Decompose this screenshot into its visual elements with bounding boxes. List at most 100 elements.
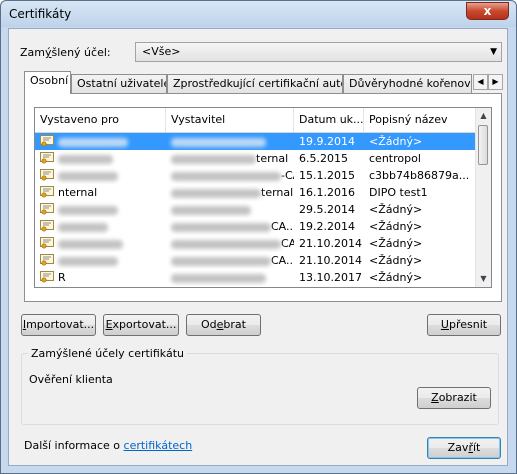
table-row[interactable]: 19.9.2014 <Žádný>	[35, 133, 476, 150]
tab-scroll-left-icon[interactable]: ◀	[473, 74, 488, 90]
title-bar[interactable]: Certifikáty x	[1, 1, 516, 27]
cell-friendly-name: centropol	[369, 152, 421, 165]
cell-issuer: -CA...	[166, 167, 294, 184]
cell-expiration-date: 21.10.2014	[299, 237, 362, 250]
close-button[interactable]: Zavřít	[427, 437, 501, 459]
cell-friendly-name: <Žádný>	[369, 203, 423, 216]
table-row[interactable]: nternal ternal 16.1.2016 DIPO test1	[35, 184, 476, 201]
scroll-thumb[interactable]	[478, 125, 488, 165]
cell-friendly-name: DIPO test1	[369, 186, 428, 199]
certificate-icon	[40, 271, 54, 283]
cell-expiration-date: 15.1.2015	[299, 169, 355, 182]
list-vertical-scrollbar[interactable]: ▲ ▼	[475, 108, 491, 287]
table-row[interactable]: ternal 6.5.2015 centropol	[35, 150, 476, 167]
cell-issuer	[166, 201, 294, 218]
tab-trusted-root-ca[interactable]: Důvěryhodné kořenové ce	[343, 74, 472, 93]
cell-issued-to	[53, 133, 166, 150]
issuer-text: CA...	[271, 254, 294, 267]
cell-friendly-name: <Žádný>	[369, 271, 423, 284]
table-row[interactable]: -CA... 15.1.2015 c3bb74b86879a...	[35, 167, 476, 184]
cell-expiration-date: 29.5.2014	[299, 203, 355, 216]
cell-issuer: ternal	[166, 184, 294, 201]
certificates-window: Certifikáty x Zamýšlený účel: <Vše> ▼ Os…	[0, 0, 517, 474]
tab-scroll-right-icon[interactable]: ▶	[488, 74, 503, 90]
cell-expiration-date: 6.5.2015	[299, 152, 348, 165]
tab-intermediate-ca[interactable]: Zprostředkující certifikační autority	[167, 74, 343, 93]
cell-friendly-name: <Žádný>	[369, 220, 423, 233]
cell-issued-to	[53, 235, 166, 252]
tab-personal[interactable]: Osobní	[24, 71, 71, 94]
purpose-dropdown[interactable]: <Vše> ▼	[135, 42, 502, 62]
tab-panel-personal: Vystaveno pro Vystavitel Datum uk... Pop…	[24, 93, 502, 302]
close-window-button[interactable]: x	[466, 2, 509, 20]
certificate-icon	[40, 237, 54, 249]
advanced-button[interactable]: Upřesnit	[427, 314, 501, 336]
table-row[interactable]: 29.5.2014 <Žádný>	[35, 201, 476, 218]
cell-friendly-name: <Žádný>	[369, 135, 423, 148]
column-expiration-date[interactable]: Datum uk...	[294, 108, 364, 132]
cell-issued-to: R	[53, 269, 166, 286]
certificate-icon	[40, 135, 54, 147]
more-info-text: Další informace o certifikátech	[24, 439, 192, 452]
cell-issued-to	[53, 150, 166, 167]
cell-friendly-name: <Žádný>	[369, 254, 423, 267]
certificate-list[interactable]: Vystaveno pro Vystavitel Datum uk... Pop…	[34, 107, 492, 288]
remove-button[interactable]: Odebrat	[186, 314, 261, 336]
certificate-icon	[40, 152, 54, 164]
tab-strip: Osobní Ostatní uživatelé Zprostředkující…	[24, 71, 503, 94]
issuer-text: CA...	[281, 237, 294, 250]
import-button[interactable]: Importovat...	[21, 314, 96, 336]
issuer-text: ternal	[261, 186, 294, 199]
certificate-icon	[40, 203, 54, 215]
cell-issuer: CA...	[166, 252, 294, 269]
certificate-purposes-text: Ověření klienta	[29, 373, 113, 386]
export-button[interactable]: Exportovat...	[103, 314, 179, 336]
table-row[interactable]: CA... 19.2.2014 <Žádný>	[35, 218, 476, 235]
dialog-body: Zamýšlený účel: <Vše> ▼ Osobní Ostatní u…	[8, 28, 508, 466]
cell-friendly-name: <Žádný>	[369, 237, 423, 250]
purpose-label: Zamýšlený účel:	[20, 46, 111, 59]
issued-to-text: nternal	[58, 186, 98, 199]
cell-issued-to	[53, 201, 166, 218]
cell-expiration-date: 19.2.2014	[299, 220, 355, 233]
list-header: Vystaveno pro Vystavitel Datum uk... Pop…	[35, 108, 476, 133]
view-button[interactable]: Zobrazit	[417, 387, 491, 409]
issuer-text: ternal	[256, 152, 289, 165]
cell-issuer: ternal	[166, 150, 294, 167]
issued-to-text: R	[58, 271, 66, 284]
cell-issuer: CA...	[166, 235, 294, 252]
cell-issuer	[166, 269, 294, 286]
issuer-text: CA...	[271, 220, 294, 233]
purpose-selected-value: <Vše>	[142, 45, 181, 58]
tab-other-people[interactable]: Ostatní uživatelé	[71, 74, 167, 93]
cell-issuer	[166, 133, 294, 150]
cell-issued-to: nternal	[53, 184, 166, 201]
cell-expiration-date: 19.9.2014	[299, 135, 355, 148]
scroll-up-icon[interactable]: ▲	[476, 108, 491, 124]
column-issued-to[interactable]: Vystaveno pro	[35, 108, 166, 132]
certificate-icon	[40, 220, 54, 232]
group-title: Zamýšlené účely certifikátu	[28, 347, 187, 360]
cell-expiration-date: 13.10.2017	[299, 271, 362, 284]
scroll-down-icon[interactable]: ▼	[476, 271, 491, 287]
window-title: Certifikáty	[9, 7, 72, 21]
cell-expiration-date: 16.1.2016	[299, 186, 355, 199]
certificate-purposes-group: Zamýšlené účely certifikátu Ověření klie…	[21, 347, 499, 425]
certificate-icon	[40, 254, 54, 266]
table-row[interactable]: CA... 21.10.2014 <Žádný>	[35, 252, 476, 269]
certificate-icon	[40, 169, 54, 181]
cell-expiration-date: 21.10.2014	[299, 254, 362, 267]
certificate-icon	[40, 186, 54, 198]
column-friendly-name[interactable]: Popisný název	[364, 108, 476, 132]
certificates-help-link[interactable]: certifikátech	[124, 439, 193, 452]
cell-issuer: CA...	[166, 218, 294, 235]
table-row[interactable]: R 13.10.2017 <Žádný>	[35, 269, 476, 286]
cell-issued-to	[53, 167, 166, 184]
cell-friendly-name: c3bb74b86879a...	[369, 169, 470, 182]
cell-issued-to	[53, 252, 166, 269]
more-info-prefix: Další informace o	[24, 439, 124, 452]
cell-issued-to	[53, 218, 166, 235]
issuer-text: -CA...	[281, 169, 294, 182]
column-issuer[interactable]: Vystavitel	[166, 108, 294, 132]
table-row[interactable]: CA... 21.10.2014 <Žádný>	[35, 235, 476, 252]
